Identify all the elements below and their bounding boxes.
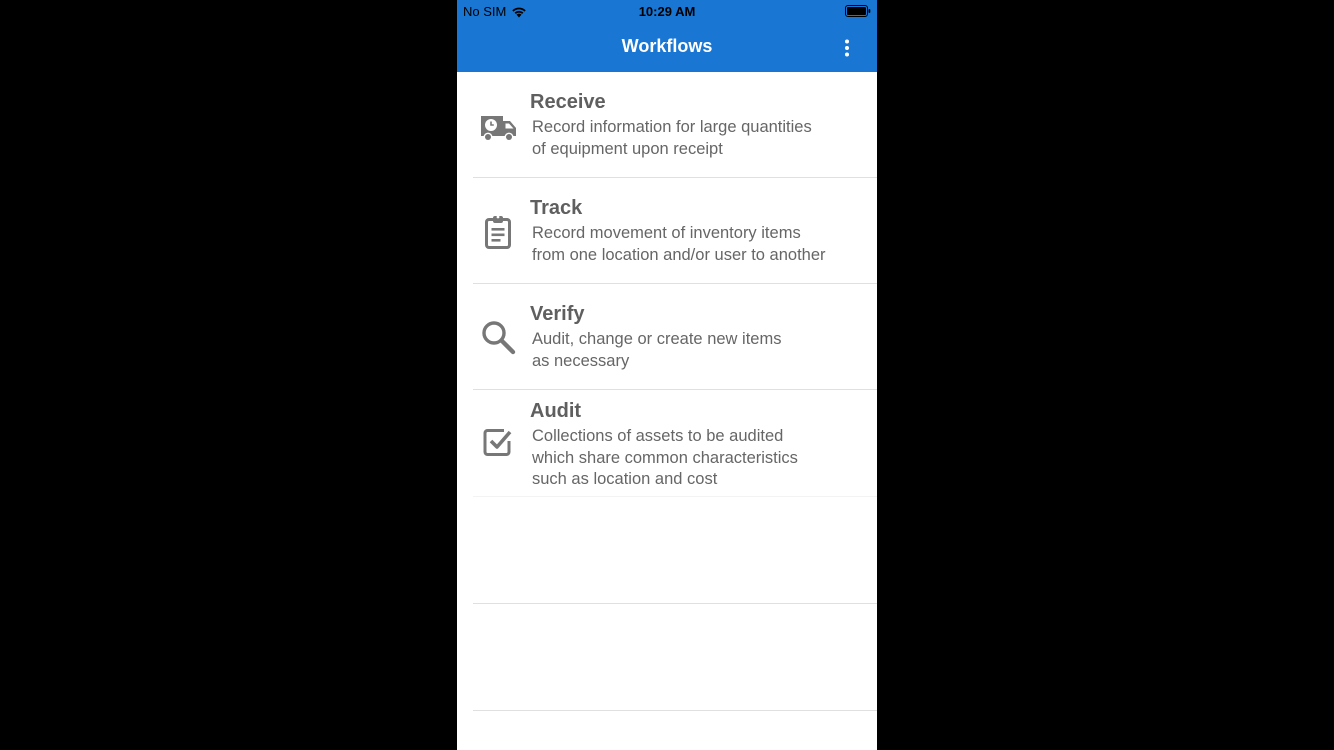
search-icon [482, 321, 516, 355]
workflow-title: Track [530, 197, 583, 219]
workflow-list: Receive Record information for large qua… [457, 72, 877, 711]
workflow-item-receive[interactable]: Receive Record information for large qua… [473, 72, 877, 178]
checkbox-icon [483, 429, 512, 456]
status-time: 10:29 AM [638, 4, 696, 19]
battery-icon [845, 5, 871, 17]
workflow-description: Record information for large quantities … [532, 117, 870, 160]
empty-row [473, 604, 877, 711]
workflow-description-line: such as location and cost [532, 470, 718, 488]
workflow-description-line: Collections of assets to be audited [532, 427, 784, 445]
workflow-title: Receive [530, 91, 606, 113]
workflow-title: Verify [530, 303, 585, 325]
workflow-description-line: as necessary [532, 351, 630, 370]
page-title: Workflows [621, 36, 713, 56]
app-bar: No SIM 10:29 AM Workflows [457, 0, 877, 72]
empty-row [473, 497, 877, 604]
workflow-description-line: which share common characteristics [532, 448, 798, 467]
workflow-description: Audit, change or create new items as nec… [532, 329, 870, 372]
more-vert-icon[interactable] [837, 38, 857, 58]
truck-clock-icon [481, 116, 516, 142]
workflow-description-line: from one location and/or user to another [532, 245, 826, 264]
status-bar: No SIM 10:29 AM [457, 0, 877, 22]
clipboard-icon [485, 215, 511, 249]
workflow-item-track[interactable]: Track Record movement of inventory items… [473, 178, 877, 284]
workflow-item-verify[interactable]: Verify Audit, change or create new items… [473, 284, 877, 390]
phone-screen: No SIM 10:29 AM Workflows Receive Record… [457, 0, 877, 750]
workflow-description-line: Record information for large quantities [532, 118, 812, 136]
workflow-item-audit[interactable]: Audit Collections of assets to be audite… [473, 390, 877, 497]
workflow-title: Audit [530, 400, 582, 422]
workflow-description-line: Audit, change or create new items [532, 330, 782, 348]
workflow-description: Collections of assets to be audited whic… [532, 426, 870, 491]
workflow-description: Record movement of inventory items from … [532, 223, 870, 266]
workflow-description-line: of equipment upon receipt [532, 139, 723, 158]
workflow-description-line: Record movement of inventory items [532, 224, 801, 242]
